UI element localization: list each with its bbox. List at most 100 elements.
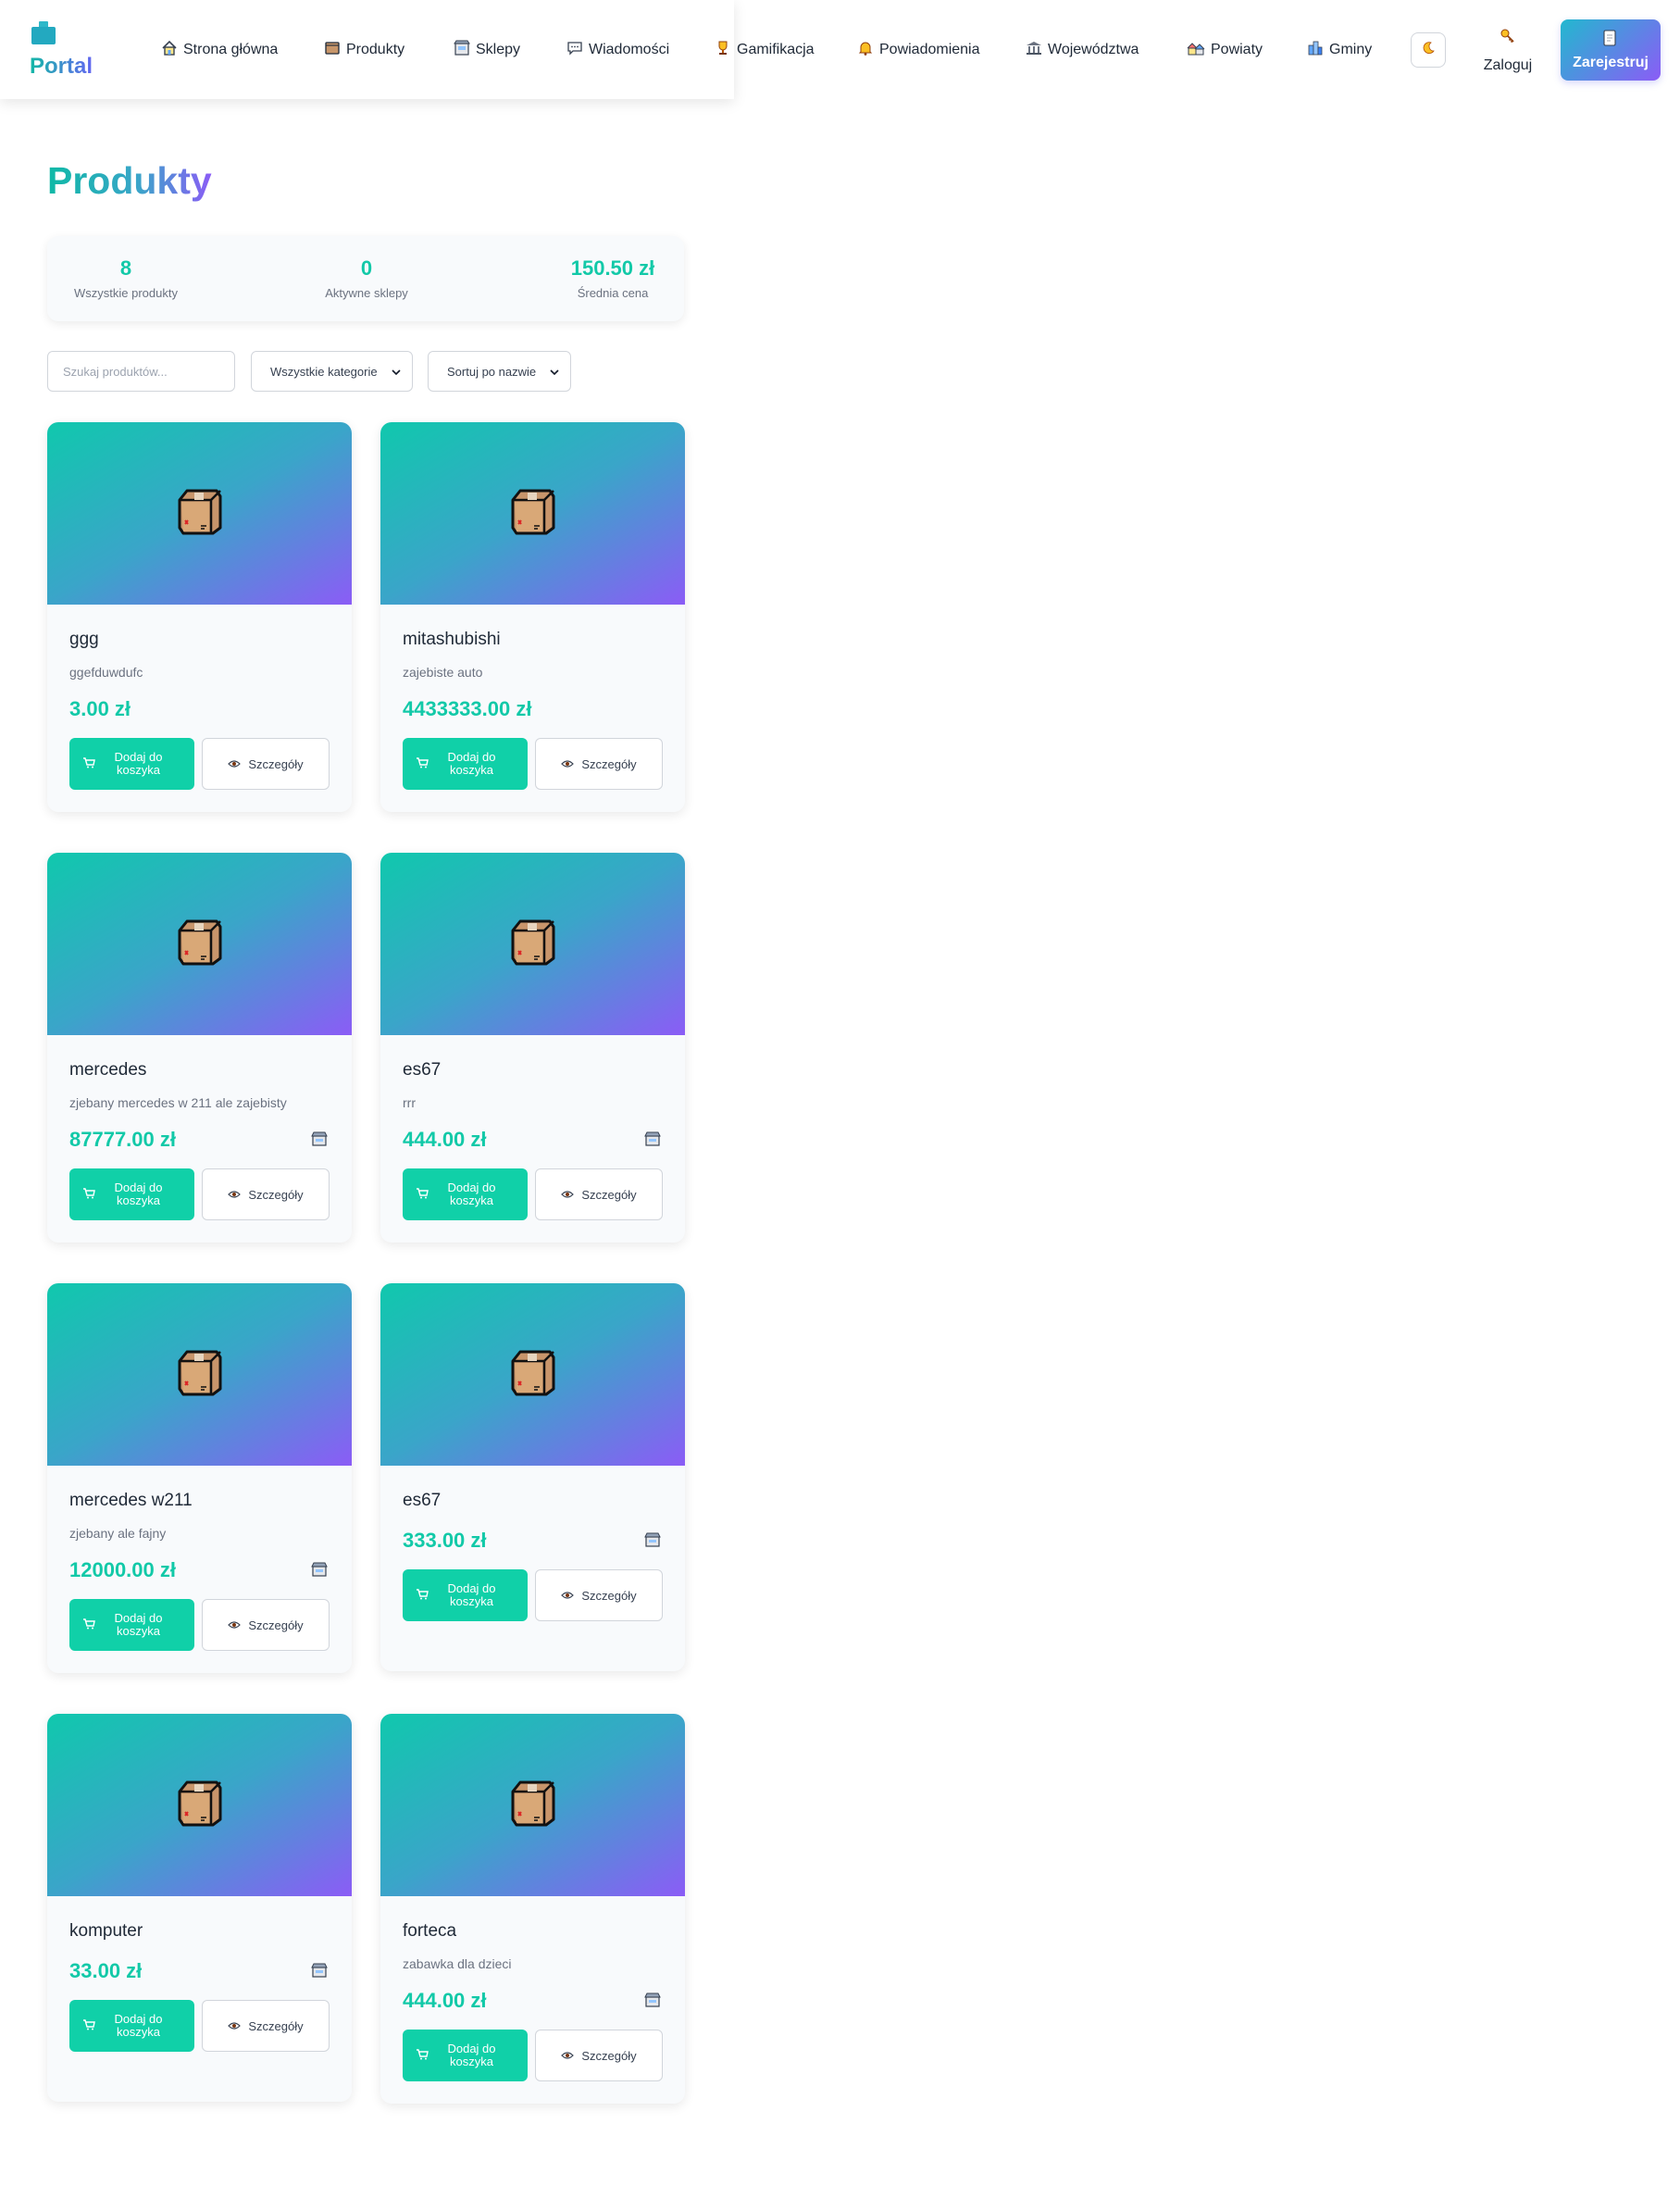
nav-counties[interactable]: Powiaty — [1187, 38, 1263, 62]
sort-select[interactable]: Sortuj po nazwie — [428, 351, 571, 392]
nav-home[interactable]: Strona główna — [161, 38, 278, 62]
shop-icon — [644, 1131, 661, 1151]
details-button[interactable]: Szczegóły — [202, 2000, 330, 2052]
product-name: es67 — [403, 1491, 442, 1510]
box-icon — [507, 1346, 559, 1403]
details-button[interactable]: Szczegóły — [202, 1168, 330, 1220]
stat-total-products: 8 Wszystkie produkty — [68, 256, 184, 300]
category-select[interactable]: Wszystkie kategorie — [251, 351, 413, 392]
logo-text: Portal — [30, 54, 93, 79]
box-icon — [174, 1346, 226, 1403]
details-label: Szczegóły — [248, 756, 304, 771]
product-card: es67 rrr 444.00 zł Dodaj do koszyka Szcz… — [380, 853, 685, 1243]
add-to-cart-button[interactable]: Dodaj do koszyka — [69, 1168, 194, 1220]
add-to-cart-button[interactable]: Dodaj do koszyka — [69, 1599, 194, 1651]
details-button[interactable]: Szczegóły — [535, 2030, 663, 2081]
nav-home-label: Strona główna — [183, 42, 279, 57]
product-description: zjebany mercedes w 211 ale zajebisty — [69, 1095, 287, 1110]
nav-communes-label: Gminy — [1329, 42, 1373, 57]
add-to-cart-label: Dodaj do koszyka — [114, 750, 163, 777]
product-name: es67 — [403, 1060, 442, 1080]
shop-icon — [644, 1532, 661, 1552]
chat-icon — [566, 40, 583, 61]
details-button[interactable]: Szczegóły — [202, 1599, 330, 1651]
add-to-cart-button[interactable]: Dodaj do koszyka — [403, 1168, 528, 1220]
stat-label: Średnia cena — [577, 286, 649, 300]
add-to-cart-button[interactable]: Dodaj do koszyka — [69, 738, 194, 790]
nav-voivodeships[interactable]: Województwa — [1026, 38, 1139, 62]
moon-icon — [1421, 41, 1436, 60]
product-image — [47, 1283, 352, 1466]
shop-icon — [311, 1562, 328, 1581]
details-label: Szczegóły — [581, 2048, 637, 2063]
cart-icon — [82, 1618, 95, 1632]
product-description: ggefduwdufc — [69, 665, 143, 680]
product-card: komputer 33.00 zł Dodaj do koszyka Szcze… — [47, 1714, 352, 2102]
product-name: mercedes w211 — [69, 1491, 193, 1510]
register-button[interactable]: Zarejestruj — [1561, 19, 1661, 81]
add-to-cart-label: Dodaj do koszyka — [447, 1180, 496, 1207]
product-card: forteca zabawka dla dzieci 444.00 zł Dod… — [380, 1714, 685, 2104]
add-to-cart-label: Dodaj do koszyka — [114, 2012, 163, 2039]
box-icon — [174, 1777, 226, 1833]
nav-gamification[interactable]: Gamifikacja — [715, 38, 815, 62]
add-to-cart-label: Dodaj do koszyka — [447, 1581, 496, 1608]
cart-icon — [416, 1187, 429, 1202]
nav-shops[interactable]: Sklepy — [454, 38, 520, 62]
category-select-value: Wszystkie kategorie — [270, 364, 378, 379]
product-image — [380, 1714, 685, 1896]
product-image — [380, 853, 685, 1035]
nav-messages[interactable]: Wiadomości — [566, 38, 669, 62]
bell-icon — [857, 40, 874, 61]
product-description: zjebany ale fajny — [69, 1526, 167, 1541]
cart-icon — [416, 756, 429, 771]
stat-label: Aktywne sklepy — [325, 286, 408, 300]
product-price: 12000.00 zł — [69, 1558, 176, 1581]
cart-icon — [82, 756, 95, 771]
details-label: Szczegóły — [248, 2018, 304, 2033]
key-icon — [1500, 28, 1516, 51]
eye-icon — [561, 1188, 575, 1202]
product-image — [47, 853, 352, 1035]
add-to-cart-label: Dodaj do koszyka — [114, 1611, 163, 1638]
sort-select-value: Sortuj po nazwie — [447, 364, 537, 379]
details-button[interactable]: Szczegóły — [535, 1569, 663, 1621]
add-to-cart-button[interactable]: Dodaj do koszyka — [403, 738, 528, 790]
logo-link[interactable]: Portal — [30, 19, 113, 83]
product-price: 33.00 zł — [69, 1959, 143, 1982]
theme-toggle-button[interactable] — [1411, 32, 1446, 68]
package-icon — [324, 40, 341, 61]
product-search-input[interactable] — [47, 351, 235, 392]
product-price: 3.00 zł — [69, 697, 131, 720]
cart-icon — [82, 2018, 95, 2033]
nav-products[interactable]: Produkty — [324, 38, 404, 62]
details-label: Szczegóły — [248, 1187, 304, 1202]
product-name: forteca — [403, 1921, 457, 1941]
product-name: mercedes — [69, 1060, 147, 1080]
product-image — [380, 422, 685, 605]
stat-value: 150.50 zł — [570, 256, 655, 280]
nav-counties-label: Powiaty — [1211, 42, 1263, 57]
nav-products-label: Produkty — [346, 42, 405, 57]
product-description: zajebiste auto — [403, 665, 483, 680]
register-label: Zarejestruj — [1573, 54, 1649, 70]
eye-icon — [228, 1618, 242, 1632]
trophy-icon — [715, 40, 731, 61]
cart-icon — [416, 2048, 429, 2063]
cart-icon — [82, 1187, 95, 1202]
login-button[interactable]: Zaloguj — [1472, 28, 1544, 74]
houses-icon — [1187, 40, 1205, 61]
stat-label: Wszystkie produkty — [74, 286, 178, 300]
details-button[interactable]: Szczegóły — [535, 738, 663, 790]
add-to-cart-button[interactable]: Dodaj do koszyka — [403, 1569, 528, 1621]
details-button[interactable]: Szczegóły — [535, 1168, 663, 1220]
add-to-cart-button[interactable]: Dodaj do koszyka — [403, 2030, 528, 2081]
details-button[interactable]: Szczegóły — [202, 738, 330, 790]
nav-communes[interactable]: Gminy — [1307, 38, 1372, 62]
nav-voivodeships-label: Województwa — [1048, 42, 1139, 57]
home-icon — [161, 40, 178, 61]
nav-notifications[interactable]: Powiadomienia — [857, 38, 980, 62]
add-to-cart-button[interactable]: Dodaj do koszyka — [69, 2000, 194, 2052]
nav-shops-label: Sklepy — [476, 42, 521, 57]
nav-messages-label: Wiadomości — [589, 42, 670, 57]
